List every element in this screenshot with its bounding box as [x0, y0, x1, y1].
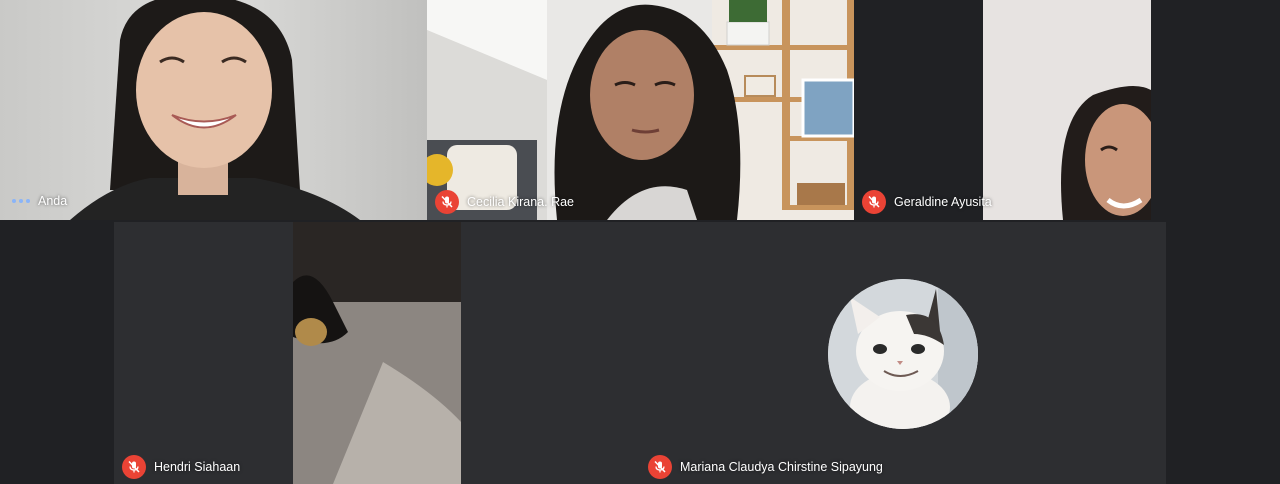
- empty-grid-area: [461, 222, 640, 484]
- participant-tile-geraldine[interactable]: Geraldine Ayusita: [854, 0, 1280, 220]
- participant-tile-cecilia[interactable]: Cecilia Kirana. Rae: [427, 0, 854, 220]
- mic-off-icon: [648, 455, 672, 479]
- geraldine-video: [983, 0, 1151, 220]
- participant-tile-anda[interactable]: Anda: [0, 0, 427, 220]
- participant-name: Anda: [38, 194, 68, 208]
- mic-off-icon: [862, 190, 886, 214]
- participant-tile-hendri[interactable]: Hendri Siahaan: [114, 222, 461, 484]
- mic-off-icon: [122, 455, 146, 479]
- hendri-video: [293, 222, 461, 484]
- mic-off-icon: [435, 190, 459, 214]
- cecilia-video: [427, 0, 854, 220]
- cat-avatar: [828, 279, 978, 429]
- audio-dots-icon: [12, 199, 30, 203]
- anda-video: [0, 0, 427, 220]
- participant-name: Cecilia Kirana. Rae: [467, 195, 574, 209]
- participant-name: Hendri Siahaan: [154, 460, 241, 474]
- participant-name: Geraldine Ayusita: [894, 195, 992, 209]
- participant-tile-mariana[interactable]: Mariana Claudya Chirstine Sipayung: [640, 222, 1166, 484]
- participant-name: Mariana Claudya Chirstine Sipayung: [680, 460, 883, 474]
